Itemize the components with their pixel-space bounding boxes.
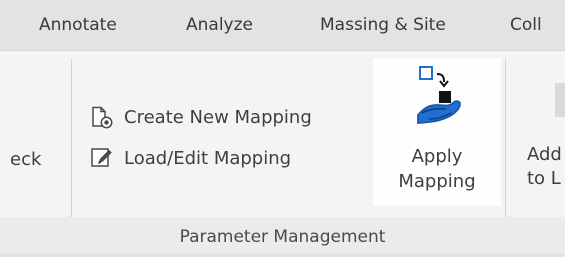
hand-transfer-icon [413, 64, 463, 134]
apply-mapping-label-line-2: Mapping [398, 171, 476, 192]
tab-collaborate-partial[interactable]: Coll [510, 0, 542, 50]
document-add-icon-svg [92, 106, 113, 129]
tab-analyze[interactable]: Analyze [186, 0, 253, 50]
create-new-mapping-label: Create New Mapping [124, 106, 312, 128]
load-edit-mapping-button[interactable]: Load/Edit Mapping [88, 140, 368, 176]
hand-transfer-icon-svg [417, 66, 461, 124]
tab-massing-site[interactable]: Massing & Site [320, 0, 446, 50]
apply-mapping-button[interactable]: Apply Mapping [372, 57, 502, 207]
left-partial-label: eck [10, 149, 42, 170]
create-new-mapping-button[interactable]: Create New Mapping [88, 99, 368, 135]
right-partial-label-line-1: Add [527, 144, 562, 165]
partial-icon-box [555, 83, 565, 117]
ribbon-panel: eck Create New Mapping Load/Edit Mapping [0, 51, 565, 257]
load-edit-mapping-label: Load/Edit Mapping [124, 147, 292, 169]
tab-annotate[interactable]: Annotate [39, 0, 117, 50]
ribbon-tab-strip: Annotate Analyze Massing & Site Coll [0, 0, 565, 51]
right-partial-label-line-2: to L [527, 168, 561, 189]
edit-pencil-icon [88, 145, 114, 171]
apply-mapping-label-line-1: Apply [411, 146, 463, 167]
edit-pencil-icon-svg [91, 148, 112, 167]
panel-divider-right [505, 59, 506, 219]
parameter-management-panel-title: Parameter Management [179, 227, 386, 247]
document-add-icon [88, 104, 114, 130]
panel-divider-left [71, 59, 72, 219]
